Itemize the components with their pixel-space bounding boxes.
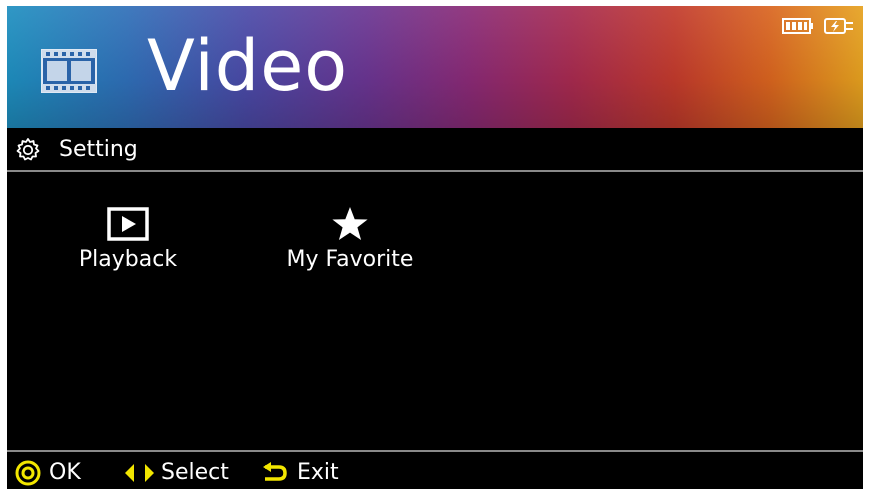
film-strip-icon (41, 49, 97, 93)
ok-circle-icon (15, 460, 41, 486)
play-icon (107, 207, 149, 241)
ok-label: OK (49, 460, 81, 485)
settings-bar[interactable]: Setting (7, 128, 863, 172)
status-bar (781, 16, 855, 36)
return-arrow-icon (263, 462, 287, 481)
charging-plug-icon (824, 18, 853, 34)
select-hint: Select (123, 460, 229, 486)
menu-item-label: My Favorite (286, 247, 414, 272)
footer-hints: OK Select Exit (7, 450, 863, 489)
menu-item-label: Playback (78, 247, 178, 272)
exit-hint: Exit (261, 460, 339, 486)
device-screen: Video Setting Playback My Favorite OK Se… (7, 6, 863, 489)
settings-label: Setting (59, 137, 138, 162)
header-banner: Video (7, 6, 863, 128)
left-right-arrows-icon (125, 464, 154, 482)
menu-item-my-favorite[interactable]: My Favorite (279, 206, 421, 274)
ok-hint: OK (15, 460, 81, 486)
select-label: Select (161, 460, 229, 485)
exit-label: Exit (297, 460, 339, 485)
page-title: Video (147, 25, 349, 107)
battery-icon (782, 18, 813, 34)
menu-item-playback[interactable]: Playback (73, 206, 183, 274)
gear-icon (16, 138, 40, 161)
star-icon (332, 207, 368, 240)
